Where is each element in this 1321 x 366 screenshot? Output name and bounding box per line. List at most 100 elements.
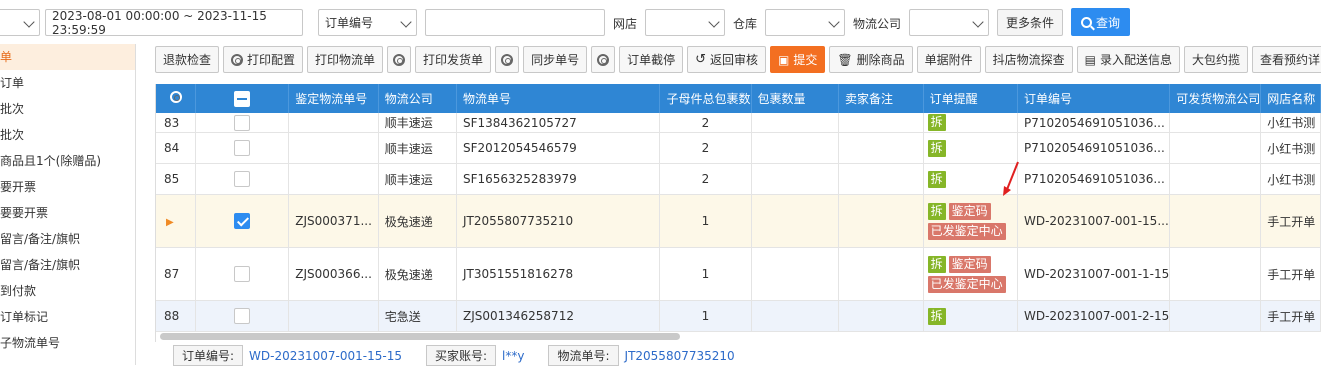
sidebar-item[interactable]: 要开票 (0, 174, 135, 200)
column-header[interactable]: 鉴定物流单号 (288, 84, 379, 113)
column-header[interactable]: 包裹数量 (751, 84, 839, 113)
more-conditions-label: 更多条件 (1005, 16, 1054, 30)
shop-name-cell: 小红书测 (1260, 163, 1321, 195)
table-row[interactable]: 84 顺丰速运 SF2012054546579 2 拆 P7102054691051036… (156, 132, 1321, 164)
row-checkbox[interactable] (234, 114, 251, 131)
gear-icon (231, 53, 244, 66)
sidebar-item[interactable]: 批次 (0, 122, 135, 148)
submit-button[interactable]: ▣ 提交 (770, 46, 826, 73)
row-select-cell[interactable] (195, 194, 290, 248)
order-attachment-button[interactable]: 单据附件 (916, 46, 981, 73)
table-row[interactable]: 87 ZJS000366... 极兔速递 JT3051551816278 1 拆鉴定码 已发… (156, 247, 1321, 301)
sidebar-item[interactable]: 商品且1个(除赠品) (0, 148, 135, 174)
order-no-value[interactable]: WD-20231007-001-15-15 (249, 349, 402, 363)
row-checkbox[interactable] (234, 266, 251, 282)
sidebar-item[interactable]: 订单 (0, 70, 135, 96)
sidebar-item[interactable]: 要要开票 (0, 200, 135, 226)
shop-name-cell: 手工开单 (1260, 300, 1321, 332)
logistics-company-cell: 顺丰速运 (378, 163, 457, 195)
row-checkbox[interactable] (234, 171, 251, 187)
sidebar-item[interactable]: 订单标记 (0, 304, 135, 330)
filter-type-select[interactable] (0, 9, 40, 36)
appraisal-tracking-cell: ZJS000366... (288, 247, 379, 301)
package-total-cell: 1 (659, 247, 752, 301)
date-range-input[interactable]: 2023-08-01 00:00:00 ~ 2023-11-15 23:59:5… (45, 9, 303, 37)
order-reminder-cell: 拆 (923, 300, 1018, 332)
sync-number-label: 同步单号 (531, 53, 580, 67)
print-config-button[interactable]: 打印配置 (223, 46, 304, 73)
refund-check-label: 退款检查 (163, 53, 212, 67)
order-tag: 已发鉴定中心 (927, 222, 1006, 240)
row-select-cell[interactable] (195, 113, 290, 133)
column-header[interactable]: 子母件总包裹数 (659, 84, 752, 113)
current-row-arrow-icon: ▶ (166, 217, 174, 228)
warehouse-select[interactable] (765, 9, 845, 36)
return-review-label: 返回审核 (710, 53, 759, 67)
column-header[interactable]: 订单编号 (1017, 84, 1171, 113)
refund-check-button[interactable]: 退款检查 (155, 46, 220, 73)
order-intercept-button[interactable]: 订单截停 (619, 46, 684, 73)
print-logistics-button[interactable]: 打印物流单 (307, 46, 384, 73)
more-conditions-button[interactable]: 更多条件 (997, 9, 1063, 36)
delete-product-button[interactable]: 🗑 删除商品 (829, 46, 913, 73)
view-reservation-label: 查看预约详 (1260, 53, 1321, 67)
row-checkbox[interactable] (234, 213, 251, 229)
table-row[interactable]: 88 宅急送 ZJS001346258712 1 拆 WD-20231007-001-2-… (156, 300, 1321, 332)
package-total-cell: 1 (659, 300, 752, 332)
search-input[interactable] (425, 9, 605, 36)
view-reservation-button[interactable]: 查看预约详 (1252, 46, 1321, 73)
sidebar-item[interactable]: 批次 (0, 96, 135, 122)
sync-number-button[interactable]: 同步单号 (523, 46, 588, 73)
table-row[interactable]: 85 顺丰速运 SF1656325283979 2 拆 P7102054691051036… (156, 163, 1321, 195)
row-select-cell[interactable] (195, 132, 290, 164)
print-delivery-button[interactable]: 打印发货单 (415, 46, 492, 73)
sidebar-item[interactable]: 留言/备注/旗帜 (0, 226, 135, 252)
sidebar-item[interactable]: 单 (0, 44, 135, 70)
logistics-company-cell: 极兔速递 (378, 247, 457, 301)
column-header[interactable]: 物流单号 (456, 84, 661, 113)
tracking-number-cell: SF1656325283979 (456, 163, 661, 195)
big-package-button[interactable]: 大包约揽 (1184, 46, 1249, 73)
column-header[interactable]: 物流公司 (378, 84, 457, 113)
search-button[interactable]: 查询 (1071, 8, 1130, 36)
order-tag: 拆 (927, 114, 946, 131)
buyer-value[interactable]: l**y (502, 349, 524, 363)
order-reminder-cell: 拆鉴定码 已发鉴定中心 (923, 194, 1018, 248)
table-row[interactable]: 83 顺丰速运 SF1384362105727 2 拆 P7102054691051036… (156, 113, 1321, 133)
horizontal-scrollbar[interactable] (160, 333, 680, 340)
column-header[interactable]: 卖家备注 (838, 84, 924, 113)
douyin-probe-button[interactable]: 抖店物流探查 (984, 46, 1073, 73)
row-select-cell[interactable] (195, 247, 290, 301)
order-detail-strip: 订单编号: WD-20231007-001-15-15 买家账号: l**y 物… (155, 345, 1321, 366)
select-all-cell[interactable] (195, 84, 290, 113)
logistics-select[interactable] (909, 9, 989, 36)
order-field-select[interactable]: 订单编号 (318, 9, 417, 36)
order-tag: 已发鉴定中心 (927, 275, 1006, 293)
sidebar-item[interactable]: 留言/备注/旗帜 (0, 252, 135, 278)
column-settings-cell[interactable] (156, 84, 197, 113)
row-checkbox[interactable] (234, 308, 251, 324)
column-header[interactable]: 订单提醒 (923, 84, 1018, 113)
order-number-cell: P7102054691051036... (1017, 132, 1171, 164)
orders-table: 鉴定物流单号 物流公司 物流单号 子母件总包裹数 包裹数量 卖家备注 订单提醒 … (155, 84, 1321, 342)
column-header[interactable]: 可发货物流公司 (1169, 84, 1262, 113)
sidebar-item[interactable]: 子物流单号 (0, 330, 135, 356)
column-header[interactable]: 网店名称 (1260, 84, 1321, 113)
row-select-cell[interactable] (195, 163, 290, 195)
appraisal-tracking-cell: ZJS000371... (288, 194, 379, 248)
seller-remark-cell (838, 247, 924, 301)
sync-settings-button[interactable] (591, 46, 616, 73)
print-delivery-settings-button[interactable] (495, 46, 520, 73)
row-checkbox[interactable] (234, 140, 251, 156)
tracking-value[interactable]: JT2055807735210 (625, 349, 735, 363)
entry-delivery-button[interactable]: ▤ 录入配送信息 (1076, 46, 1181, 73)
big-package-label: 大包约揽 (1192, 53, 1241, 67)
table-row[interactable]: ▶ ZJS000371... 极兔速递 JT2055807735210 1 拆鉴定码 已发鉴… (156, 194, 1321, 248)
print-logistics-settings-button[interactable] (387, 46, 412, 73)
row-select-cell[interactable] (195, 300, 290, 332)
print-delivery-label: 打印发货单 (423, 53, 484, 67)
select-all-checkbox[interactable] (234, 90, 251, 107)
return-review-button[interactable]: ↺ 返回审核 (687, 46, 767, 73)
sidebar-item[interactable]: 到付款 (0, 278, 135, 304)
shop-select[interactable] (645, 9, 725, 36)
